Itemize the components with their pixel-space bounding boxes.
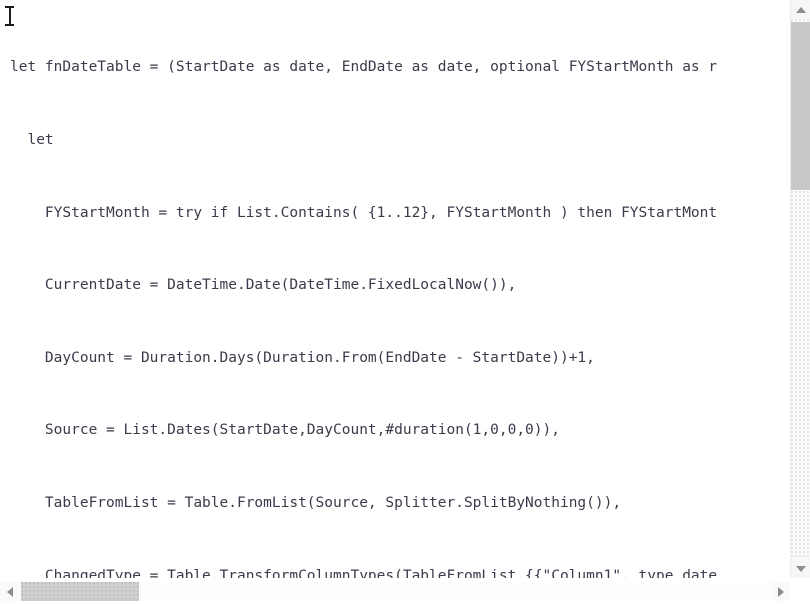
scroll-left-button[interactable] [0, 582, 19, 601]
code-line[interactable]: FYStartMonth = try if List.Contains( {1.… [0, 201, 790, 225]
triangle-up-icon [795, 6, 806, 13]
code-viewport[interactable]: let fnDateTable = (StartDate as date, En… [0, 0, 790, 578]
horizontal-scrollbar[interactable] [0, 578, 810, 604]
horizontal-scrollbar-thumb[interactable] [21, 582, 139, 601]
code-line[interactable]: ChangedType = Table.TransformColumnTypes… [0, 564, 790, 578]
triangle-left-icon [6, 586, 13, 597]
triangle-down-icon [795, 565, 806, 572]
code-line[interactable]: DayCount = Duration.Days(Duration.From(E… [0, 346, 790, 370]
scroll-down-button[interactable] [791, 559, 810, 578]
triangle-right-icon [777, 586, 784, 597]
vertical-scrollbar[interactable] [790, 0, 810, 578]
code-line[interactable]: Source = List.Dates(StartDate,DayCount,#… [0, 418, 790, 442]
scroll-right-button[interactable] [771, 582, 790, 601]
vertical-scrollbar-track[interactable] [791, 19, 810, 559]
horizontal-scrollbar-track[interactable] [19, 582, 771, 601]
code-line[interactable]: CurrentDate = DateTime.Date(DateTime.Fix… [0, 273, 790, 297]
code-line[interactable]: TableFromList = Table.FromList(Source, S… [0, 491, 790, 515]
code-editor-window: let fnDateTable = (StartDate as date, En… [0, 0, 810, 604]
vertical-scrollbar-thumb[interactable] [791, 22, 810, 190]
horizontal-scrollbar-inner[interactable] [0, 582, 790, 601]
code-line[interactable]: let [0, 128, 790, 152]
scrollbar-corner [790, 578, 810, 604]
scroll-up-button[interactable] [791, 0, 810, 19]
code-lines-container[interactable]: let fnDateTable = (StartDate as date, En… [0, 7, 790, 578]
code-line[interactable]: let fnDateTable = (StartDate as date, En… [0, 55, 790, 79]
